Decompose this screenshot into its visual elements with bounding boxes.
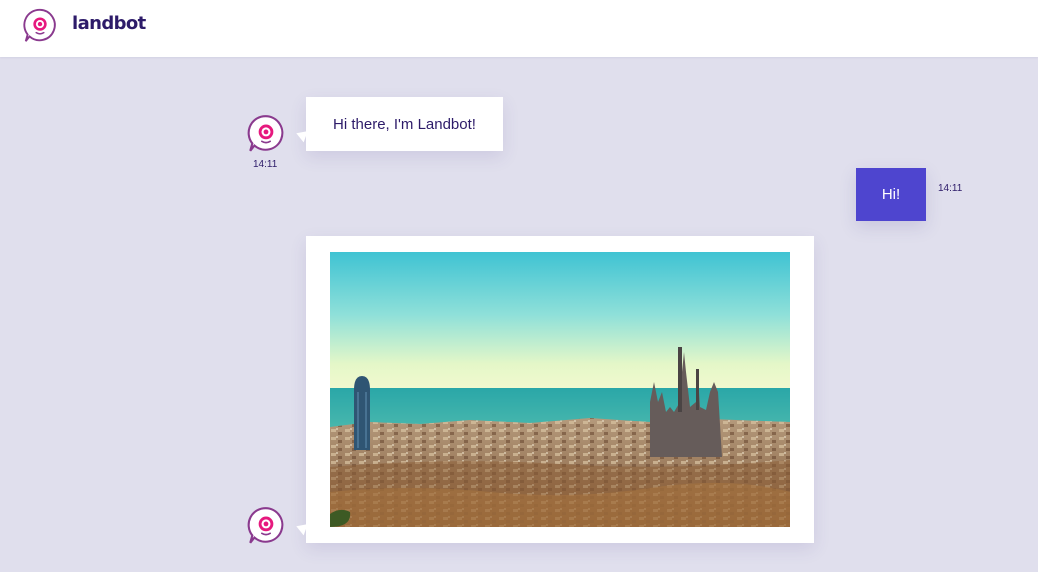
bubble-tail bbox=[294, 127, 308, 143]
bot-image-message bbox=[294, 236, 814, 543]
user-message-text: Hi! bbox=[881, 186, 901, 203]
message-timestamp: 14:11 bbox=[938, 183, 963, 194]
barcelona-skyline-photo[interactable] bbox=[330, 252, 790, 527]
brand-name: landbot bbox=[72, 13, 146, 34]
bubble-tail bbox=[294, 520, 308, 536]
bot-message-text: Hi there, I'm Landbot! bbox=[333, 115, 476, 133]
landbot-logo-icon[interactable] bbox=[21, 7, 59, 45]
bot-avatar-icon bbox=[247, 115, 284, 152]
bot-message-bubble: Hi there, I'm Landbot! bbox=[294, 97, 503, 151]
message-timestamp: 14:11 bbox=[253, 159, 278, 170]
app-header: landbot bbox=[0, 0, 1038, 57]
user-message-bubble: Hi! bbox=[856, 168, 926, 221]
bot-avatar-icon bbox=[247, 507, 284, 544]
